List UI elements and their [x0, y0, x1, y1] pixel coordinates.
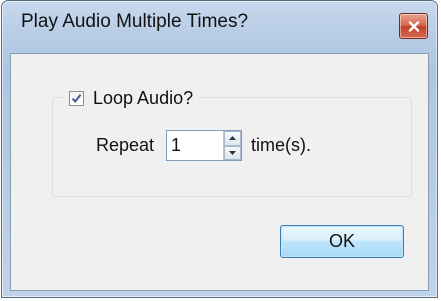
repeat-row: Repeat 1 time(s).: [96, 130, 311, 161]
checkmark-icon: [71, 93, 82, 103]
stepper-buttons: [223, 131, 242, 160]
window-title: Play Audio Multiple Times?: [21, 11, 249, 32]
increment-button[interactable]: [224, 131, 242, 146]
loop-audio-checkbox[interactable]: [69, 90, 84, 106]
spin-up-arrow-icon: [229, 136, 237, 141]
loop-audio-label: Loop Audio?: [93, 87, 194, 108]
spin-down-arrow-icon: [229, 150, 237, 155]
dialog-window: Play Audio Multiple Times? Loop Audio? R…: [1, 0, 438, 298]
loop-audio-group: Loop Audio? Repeat 1 time(s).: [52, 84, 412, 197]
ok-button[interactable]: OK: [280, 225, 404, 258]
repeat-count-stepper[interactable]: 1: [166, 130, 243, 161]
repeat-label: Repeat: [96, 135, 155, 155]
loop-audio-toggle[interactable]: Loop Audio?: [64, 84, 199, 112]
repeat-count-input[interactable]: 1: [167, 131, 223, 160]
close-icon: [408, 21, 420, 32]
times-unit-label: time(s).: [251, 135, 312, 155]
dialog-content: Loop Audio? Repeat 1 time(s). OK: [10, 53, 429, 291]
close-button[interactable]: [399, 13, 428, 39]
decrement-button[interactable]: [224, 145, 242, 160]
